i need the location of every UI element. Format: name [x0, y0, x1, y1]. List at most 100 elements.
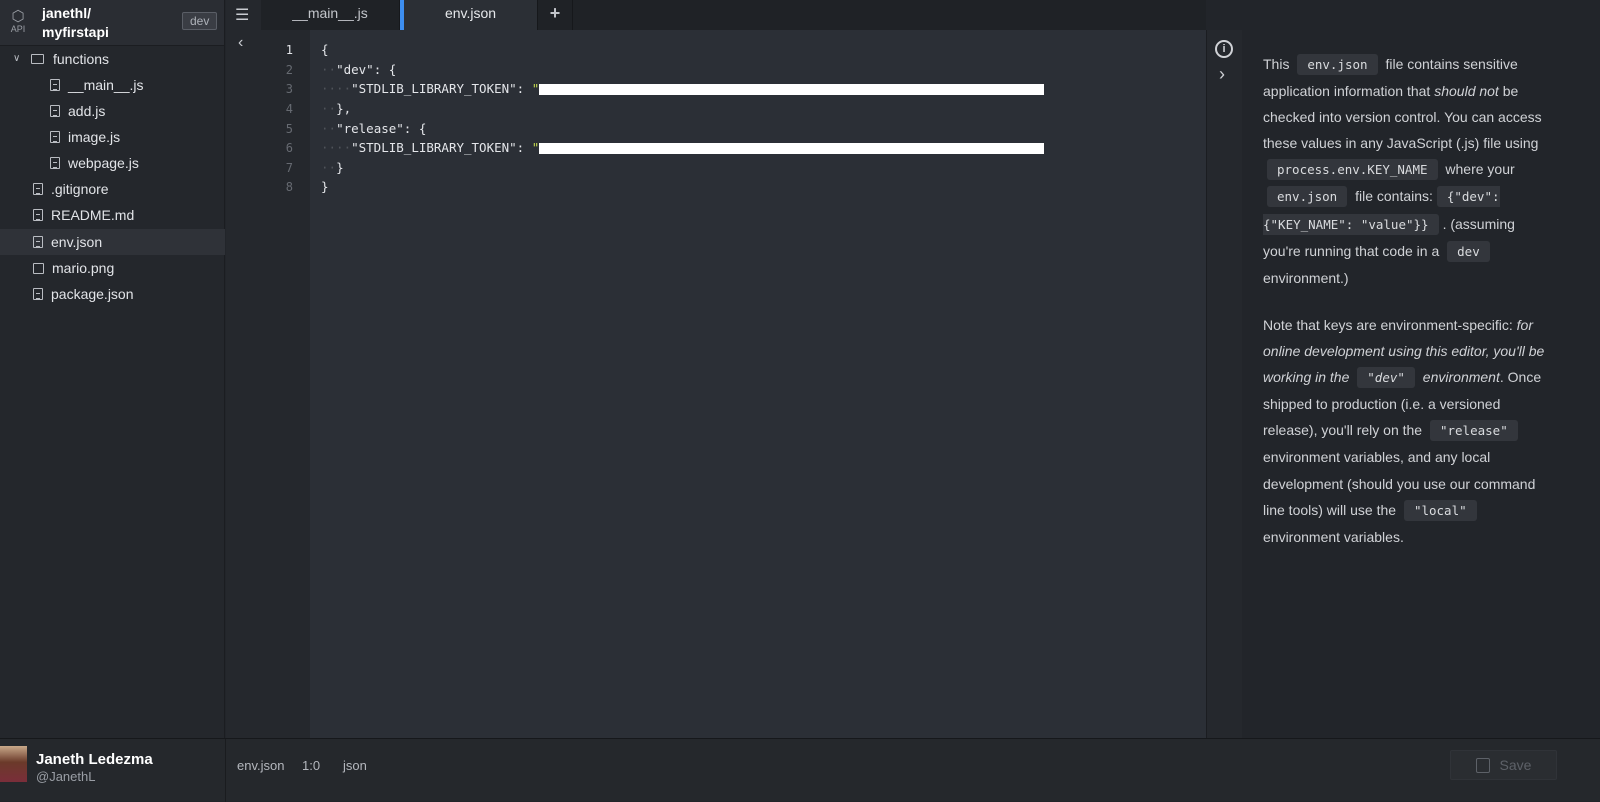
- line-number: 8: [285, 180, 293, 194]
- api-label: API: [10, 24, 26, 34]
- code-line: {: [321, 42, 329, 57]
- project-owner: janethl/: [42, 5, 92, 21]
- redacted-token: [539, 84, 1045, 95]
- inline-code: "dev": [1357, 367, 1415, 389]
- info-panel: This env.json file contains sensitive ap…: [1242, 30, 1600, 738]
- chevron-down-icon: ∨: [13, 53, 21, 64]
- file-icon: [50, 79, 60, 91]
- status-cursor: 1:0: [302, 758, 321, 773]
- code-text: "STDLIB_LIBRARY_TOKEN":: [351, 140, 532, 155]
- file-icon: [50, 105, 60, 117]
- file-label: env.json: [51, 234, 103, 250]
- code-text: "release": {: [336, 121, 427, 136]
- code-text: }: [336, 160, 344, 175]
- inline-code: process.env.KEY_NAME: [1267, 159, 1438, 181]
- info-paragraph-1: This env.json file contains sensitive ap…: [1263, 51, 1553, 291]
- tab-env-json[interactable]: env.json: [400, 0, 538, 30]
- file-label: .gitignore: [51, 181, 109, 197]
- tree-folder-functions[interactable]: ∨ functions: [0, 46, 225, 72]
- inline-code: "local": [1403, 499, 1477, 521]
- tree-file[interactable]: webpage.js: [0, 150, 225, 176]
- text: environment variables.: [1263, 528, 1404, 545]
- file-label: webpage.js: [68, 155, 139, 171]
- code-line: ··},: [321, 101, 352, 116]
- file-sidebar: ⬡ API janethl/myfirstapi dev ∨ functions _…: [0, 0, 225, 738]
- tree-file[interactable]: mario.png: [0, 255, 225, 281]
- tree-file[interactable]: __main__.js: [0, 72, 225, 98]
- file-icon: [33, 209, 43, 221]
- chevron-right-icon[interactable]: ›: [1219, 64, 1225, 85]
- file-label: mario.png: [52, 260, 115, 276]
- text: environment variables, and any local dev…: [1263, 449, 1536, 518]
- status-mode[interactable]: json: [343, 758, 367, 773]
- line-number: 1: [285, 43, 293, 57]
- line-number: 7: [285, 161, 293, 175]
- tab-bar: __main__.js env.json +: [261, 0, 1206, 30]
- status-bar: Janeth Ledezma @JanethL env.json 1:0 jso…: [0, 738, 1600, 802]
- inline-code: env.json: [1267, 186, 1348, 208]
- folder-label: functions: [53, 51, 110, 67]
- inline-code: "release": [1429, 420, 1518, 442]
- editor-side-column: ☰ ‹: [226, 0, 261, 738]
- line-number: 3: [285, 82, 293, 96]
- emphasis: should not: [1434, 83, 1499, 100]
- tree-file-selected[interactable]: env.json: [0, 229, 225, 255]
- chevron-left-icon[interactable]: ‹: [238, 34, 243, 52]
- info-paragraph-2: Note that keys are environment-specific:…: [1263, 312, 1553, 550]
- file-icon: [50, 131, 60, 143]
- inline-code: env.json: [1297, 54, 1378, 75]
- code-text: "STDLIB_LIBRARY_TOKEN":: [351, 81, 532, 96]
- tab-main-js[interactable]: __main__.js: [261, 0, 400, 30]
- api-cube-icon: ⬡ API: [10, 8, 26, 34]
- project-header: ⬡ API janethl/myfirstapi dev: [0, 0, 224, 46]
- user-handle: @JanethL: [36, 769, 96, 784]
- text: Note that keys are environment-specific:: [1263, 317, 1517, 333]
- environment-badge[interactable]: dev: [182, 12, 218, 30]
- tree-file[interactable]: .gitignore: [0, 176, 225, 202]
- code-line: ··}: [321, 160, 344, 175]
- tree-file[interactable]: image.js: [0, 124, 225, 150]
- file-icon: [33, 288, 43, 300]
- code-line: }: [321, 179, 329, 194]
- text: environment.): [1263, 269, 1349, 286]
- line-number: 5: [285, 122, 293, 136]
- string-quote: ": [531, 140, 540, 155]
- tree-file[interactable]: package.json: [0, 281, 225, 307]
- file-label: add.js: [68, 103, 106, 119]
- code-text: {: [321, 42, 329, 57]
- redacted-token: [539, 143, 1045, 154]
- code-line: ····"STDLIB_LIBRARY_TOKEN": ": [321, 81, 1045, 96]
- save-button[interactable]: Save: [1450, 750, 1557, 780]
- code-text: },: [336, 101, 352, 116]
- code-text: }: [321, 179, 329, 194]
- info-icon[interactable]: i: [1215, 40, 1233, 58]
- string-quote: ": [531, 81, 540, 96]
- inline-code: dev: [1447, 240, 1490, 262]
- user-name[interactable]: Janeth Ledezma: [36, 751, 153, 768]
- tree-file[interactable]: README.md: [0, 202, 225, 228]
- line-number: 6: [285, 141, 293, 155]
- list-menu-icon[interactable]: ☰: [235, 5, 249, 25]
- file-label: package.json: [51, 286, 134, 302]
- file-label: __main__.js: [68, 77, 144, 93]
- text: where your: [1441, 161, 1515, 178]
- project-title: myfirstapi: [42, 24, 109, 40]
- image-icon: [33, 262, 44, 274]
- status-filename: env.json: [237, 758, 285, 773]
- code-editor[interactable]: [310, 30, 1206, 738]
- avatar[interactable]: [0, 746, 27, 782]
- divider: [225, 739, 226, 802]
- info-toggle-strip: i ›: [1206, 30, 1242, 738]
- save-disk-icon: [1475, 757, 1490, 773]
- text: This: [1263, 56, 1294, 72]
- save-label: Save: [1499, 757, 1532, 773]
- file-icon: [33, 236, 43, 248]
- code-line: ··"dev": {: [321, 62, 397, 77]
- code-line: ····"STDLIB_LIBRARY_TOKEN": ": [321, 140, 1045, 155]
- new-tab-button[interactable]: +: [538, 0, 573, 30]
- project-name[interactable]: janethl/myfirstapi: [42, 4, 109, 42]
- emphasis: environment: [1418, 369, 1500, 386]
- file-icon: [50, 157, 60, 169]
- tree-file[interactable]: add.js: [0, 98, 225, 124]
- file-label: README.md: [51, 207, 135, 223]
